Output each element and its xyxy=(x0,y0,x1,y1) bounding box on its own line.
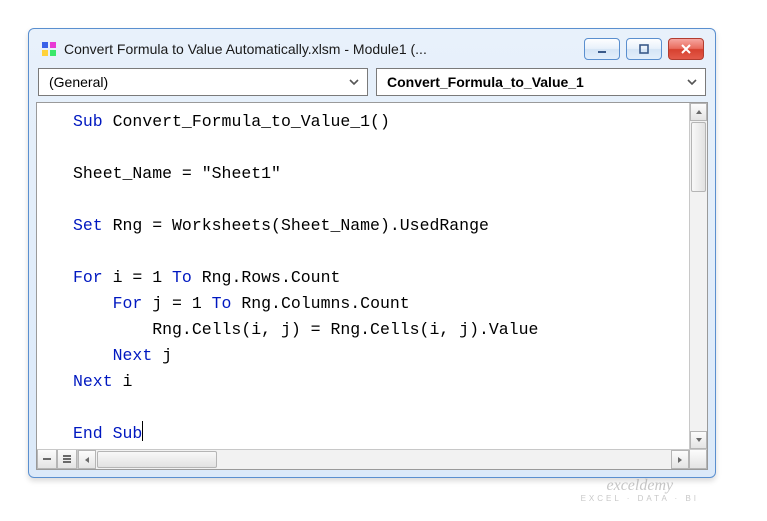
sub-name: Convert_Formula_to_Value_1() xyxy=(103,112,390,131)
code-body: Sub Convert_Formula_to_Value_1() Sheet_N… xyxy=(37,103,707,449)
chevron-down-icon xyxy=(685,75,699,89)
cell-assign: Rng.Cells(i, j) = Rng.Cells(i, j).Value xyxy=(152,320,538,339)
kw-to-i: To xyxy=(172,268,192,287)
object-dropdown-label: (General) xyxy=(49,74,108,90)
indent xyxy=(73,320,152,339)
h-scroll-track[interactable] xyxy=(96,450,671,469)
kw-set: Set xyxy=(73,216,103,235)
code-pane: Sub Convert_Formula_to_Value_1() Sheet_N… xyxy=(36,102,708,470)
next-j-var: j xyxy=(152,346,172,365)
text-cursor xyxy=(142,421,143,441)
v-scroll-track[interactable] xyxy=(690,121,707,431)
bottom-bar xyxy=(37,449,707,469)
for-i-b: Rng.Rows.Count xyxy=(192,268,341,287)
for-j-b: Rng.Columns.Count xyxy=(231,294,409,313)
for-i-a: i = 1 xyxy=(103,268,172,287)
horizontal-scrollbar[interactable] xyxy=(78,450,689,469)
kw-next-i: Next xyxy=(73,372,113,391)
for-j-a: j = 1 xyxy=(142,294,211,313)
title-bar[interactable]: Convert Formula to Value Automatically.x… xyxy=(36,36,708,66)
kw-for-j: For xyxy=(113,294,143,313)
set-range: Rng = Worksheets(Sheet_Name).UsedRange xyxy=(103,216,489,235)
code-editor[interactable]: Sub Convert_Formula_to_Value_1() Sheet_N… xyxy=(37,103,689,449)
watermark-main: exceldemy xyxy=(581,478,699,495)
vba-app-icon xyxy=(40,40,58,58)
kw-sub: Sub xyxy=(73,112,103,131)
scrollbar-corner xyxy=(689,450,707,469)
h-scroll-thumb[interactable] xyxy=(97,451,217,468)
scroll-down-button[interactable] xyxy=(690,431,707,449)
view-mode-buttons xyxy=(37,450,78,469)
procedure-view-button[interactable] xyxy=(37,450,57,469)
kw-to-j: To xyxy=(212,294,232,313)
object-dropdown[interactable]: (General) xyxy=(38,68,368,96)
chevron-down-icon xyxy=(347,75,361,89)
indent xyxy=(73,346,113,365)
full-module-view-button[interactable] xyxy=(57,450,77,469)
sheet-literal: "Sheet1" xyxy=(202,164,281,183)
watermark-sub: EXCEL · DATA · BI xyxy=(581,495,699,503)
next-i-var: i xyxy=(113,372,133,391)
procedure-dropdown-label: Convert_Formula_to_Value_1 xyxy=(387,74,584,90)
close-button[interactable] xyxy=(668,38,704,60)
kw-end-sub: End Sub xyxy=(73,424,142,443)
vba-editor-window: Convert Formula to Value Automatically.x… xyxy=(28,28,716,478)
scroll-left-button[interactable] xyxy=(78,450,96,469)
scroll-right-button[interactable] xyxy=(671,450,689,469)
window-controls xyxy=(584,38,704,60)
window-title: Convert Formula to Value Automatically.x… xyxy=(64,41,578,57)
vertical-scrollbar[interactable] xyxy=(689,103,707,449)
kw-for-i: For xyxy=(73,268,103,287)
object-procedure-row: (General) Convert_Formula_to_Value_1 xyxy=(36,66,708,102)
kw-next-j: Next xyxy=(113,346,153,365)
maximize-button[interactable] xyxy=(626,38,662,60)
watermark: exceldemy EXCEL · DATA · BI xyxy=(581,478,699,503)
assign-sheet: Sheet_Name = xyxy=(73,164,202,183)
procedure-dropdown[interactable]: Convert_Formula_to_Value_1 xyxy=(376,68,706,96)
minimize-button[interactable] xyxy=(584,38,620,60)
indent xyxy=(73,294,113,313)
v-scroll-thumb[interactable] xyxy=(691,122,706,192)
scroll-up-button[interactable] xyxy=(690,103,707,121)
